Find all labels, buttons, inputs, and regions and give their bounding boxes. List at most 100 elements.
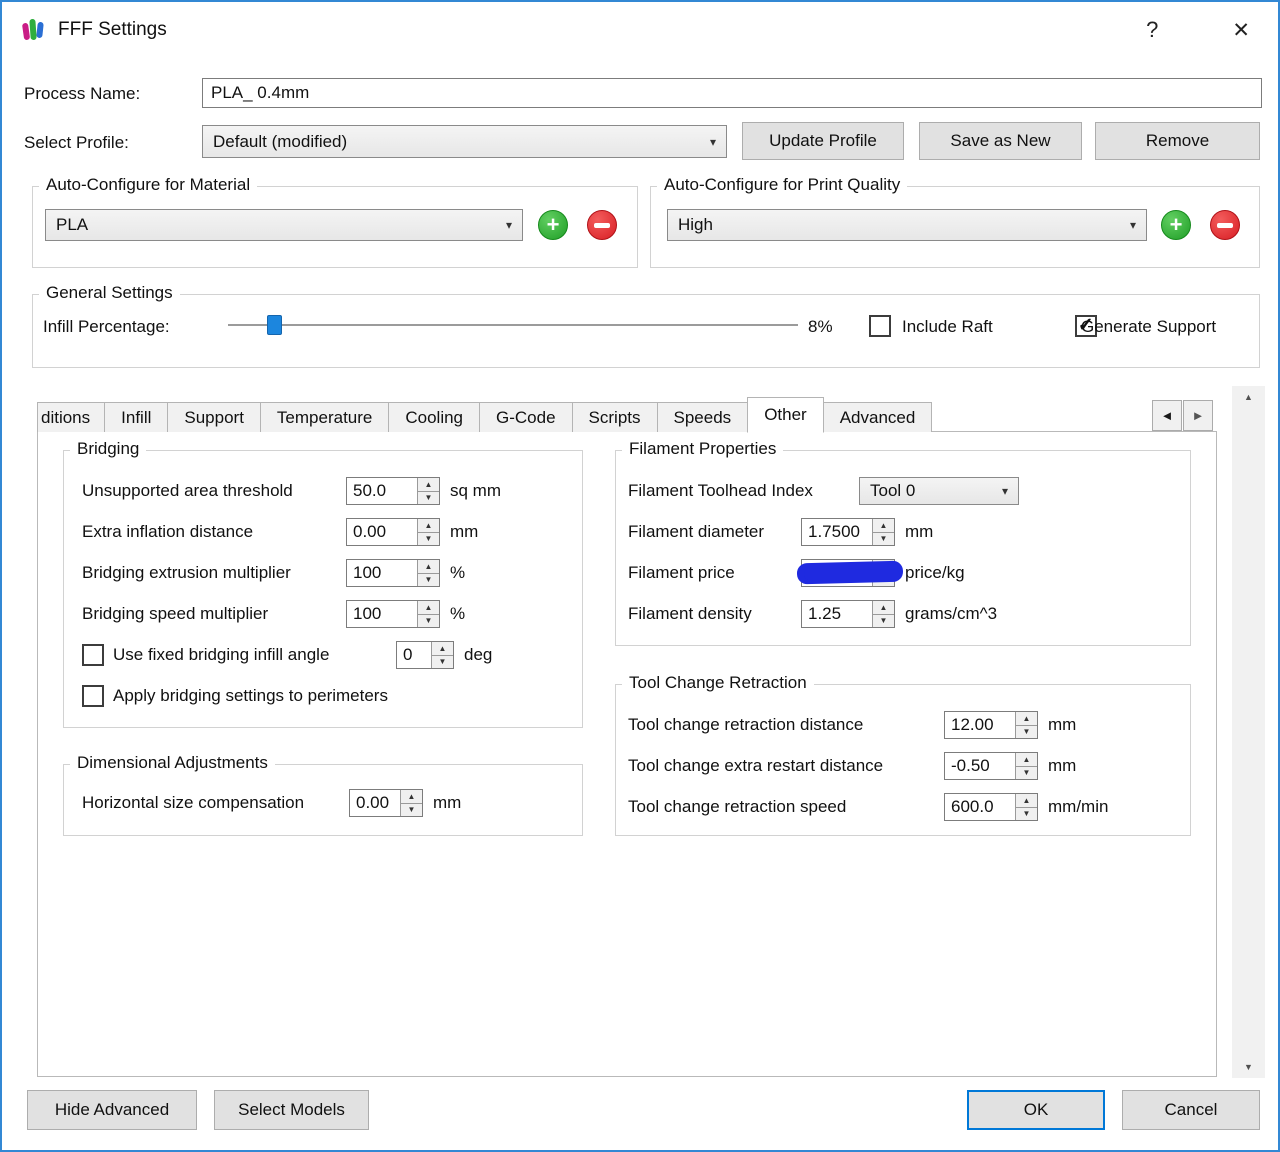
- filament-density-spinner[interactable]: 1.25 ▲ ▼: [801, 600, 895, 628]
- tool-change-retraction-distance-spinner[interactable]: 12.00 ▲ ▼: [944, 711, 1038, 739]
- filament-price-spinner[interactable]: ▲▼: [796, 559, 904, 587]
- spinner-down-icon: ▼: [873, 531, 894, 545]
- spinner-value[interactable]: 600.0: [945, 794, 1015, 820]
- spinner-value[interactable]: 1.25: [802, 601, 872, 627]
- bridging-extrusion-multiplier-spinner[interactable]: 100 ▲ ▼: [346, 559, 440, 587]
- spinner-value[interactable]: 0.00: [347, 519, 417, 545]
- cancel-button[interactable]: Cancel: [1122, 1090, 1260, 1130]
- extra-inflation-distance-spinner[interactable]: 0.00 ▲ ▼: [346, 518, 440, 546]
- quality-dropdown[interactable]: High ▾: [667, 209, 1147, 241]
- select-models-button[interactable]: Select Models: [214, 1090, 369, 1130]
- spinner-value[interactable]: 100: [347, 560, 417, 586]
- horizontal-size-compensation-spinner[interactable]: 0.00 ▲ ▼: [349, 789, 423, 817]
- spinner-arrows[interactable]: ▲▼: [431, 642, 453, 668]
- scrollbar-down-icon: ▼: [1244, 1062, 1253, 1072]
- minus-icon: [1217, 222, 1233, 228]
- spinner-arrows[interactable]: ▲▼: [872, 601, 894, 627]
- tab-temperature[interactable]: Temperature: [259, 402, 390, 432]
- scroll-up-button[interactable]: ▲: [1232, 386, 1265, 408]
- spinner-arrows[interactable]: ▲▼: [1015, 712, 1037, 738]
- plus-icon: +: [1169, 212, 1183, 237]
- spinner-value[interactable]: 1.7500: [802, 519, 872, 545]
- spinner-arrows[interactable]: ▲▼: [417, 601, 439, 627]
- filament-toolhead-value: Tool 0: [870, 481, 916, 500]
- spinner-value[interactable]: 100: [347, 601, 417, 627]
- add-quality-button[interactable]: +: [1161, 210, 1191, 240]
- spinner-arrows[interactable]: ▲▼: [1015, 794, 1037, 820]
- filament-diameter-label: Filament diameter: [628, 522, 765, 541]
- tab-additions[interactable]: ditions: [37, 402, 106, 432]
- remove-button[interactable]: Remove: [1095, 122, 1260, 160]
- unsupported-area-threshold-spinner[interactable]: 50.0 ▲ ▼: [346, 477, 440, 505]
- tab-scroll-left-button[interactable]: ◄: [1152, 400, 1182, 431]
- spinner-up-icon: ▲: [418, 560, 439, 573]
- slider-track[interactable]: [228, 324, 798, 326]
- spinner-value[interactable]: 12.00: [945, 712, 1015, 738]
- scroll-down-button[interactable]: ▼: [1232, 1056, 1265, 1078]
- material-dropdown[interactable]: PLA ▾: [45, 209, 523, 241]
- setting-unit: grams/cm^3: [905, 604, 998, 623]
- hide-advanced-button[interactable]: Hide Advanced: [27, 1090, 197, 1130]
- infill-slider-thumb[interactable]: [266, 315, 282, 335]
- tab-other[interactable]: Other: [747, 397, 824, 433]
- update-profile-button[interactable]: Update Profile: [742, 122, 904, 160]
- tab-scripts[interactable]: Scripts: [571, 402, 658, 432]
- fixed-bridging-angle-checkbox[interactable]: [82, 644, 104, 666]
- process-name-input[interactable]: [202, 78, 1262, 108]
- setting-row: Filament price ▲▼ price/kg: [628, 559, 1190, 587]
- select-profile-label: Select Profile:: [24, 133, 129, 152]
- spinner-value[interactable]: -0.50: [945, 753, 1015, 779]
- ok-button[interactable]: OK: [967, 1090, 1105, 1130]
- help-button[interactable]: ?: [1136, 17, 1168, 43]
- spinner-arrows[interactable]: ▲▼: [872, 519, 894, 545]
- setting-unit: mm: [1048, 756, 1077, 775]
- bridging-speed-multiplier-spinner[interactable]: 100 ▲ ▼: [346, 600, 440, 628]
- tab-cooling[interactable]: Cooling: [388, 402, 481, 432]
- tab-support[interactable]: Support: [167, 402, 261, 432]
- other-tab-panel: Bridging Unsupported area threshold 50.0…: [37, 431, 1217, 1077]
- fff-settings-dialog: FFF Settings ? ✕ Process Name: Select Pr…: [0, 0, 1280, 1152]
- spinner-up-icon: ▲: [418, 478, 439, 491]
- setting-row: Use fixed bridging infill angle 0 ▲ ▼ deg: [82, 641, 582, 669]
- spinner-up-icon: ▲: [1016, 753, 1037, 766]
- infill-percentage-slider[interactable]: [228, 314, 798, 336]
- spinner-arrows[interactable]: ▲▼: [417, 478, 439, 504]
- fixed-bridging-angle-spinner[interactable]: 0 ▲ ▼: [396, 641, 454, 669]
- apply-bridging-perimeters-checkbox[interactable]: [82, 685, 104, 707]
- spinner-arrows[interactable]: ▲▼: [400, 790, 422, 816]
- add-material-button[interactable]: +: [538, 210, 568, 240]
- app-logo-icon: [22, 19, 44, 40]
- spinner-arrows[interactable]: ▲▼: [417, 560, 439, 586]
- spinner-arrows[interactable]: ▲▼: [1015, 753, 1037, 779]
- spinner-value[interactable]: 0.00: [350, 790, 400, 816]
- filament-properties-group: Filament Properties Filament Toolhead In…: [615, 439, 1191, 646]
- spinner-value[interactable]: 0: [397, 642, 431, 668]
- tab-gcode[interactable]: G-Code: [479, 402, 573, 432]
- filament-diameter-spinner[interactable]: 1.7500 ▲ ▼: [801, 518, 895, 546]
- auto-configure-material-group: Auto-Configure for Material PLA ▾ +: [32, 175, 638, 268]
- scrollbar-up-icon: ▲: [1244, 392, 1253, 402]
- tab-scroll-right-button[interactable]: ►: [1183, 400, 1213, 431]
- tab-speeds[interactable]: Speeds: [656, 402, 749, 432]
- tool-change-extra-restart-distance-spinner[interactable]: -0.50 ▲ ▼: [944, 752, 1038, 780]
- tab-advanced[interactable]: Advanced: [822, 402, 933, 432]
- setting-unit: %: [450, 604, 466, 623]
- spinner-up-icon: ▲: [873, 601, 894, 614]
- profile-dropdown[interactable]: Default (modified) ▾: [202, 125, 727, 158]
- spinner-arrows[interactable]: ▲▼: [417, 519, 439, 545]
- setting-unit: mm: [905, 522, 934, 541]
- filament-toolhead-dropdown[interactable]: Tool 0 ▾: [859, 477, 1019, 505]
- spinner-value[interactable]: 50.0: [347, 478, 417, 504]
- horizontal-size-compensation-label: Horizontal size compensation: [82, 793, 305, 812]
- include-raft-checkbox[interactable]: [869, 315, 891, 337]
- remove-material-button[interactable]: [587, 210, 617, 240]
- tool-change-retraction-speed-spinner[interactable]: 600.0 ▲ ▼: [944, 793, 1038, 821]
- save-as-new-button[interactable]: Save as New: [919, 122, 1082, 160]
- close-button[interactable]: ✕: [1222, 18, 1260, 43]
- tab-infill[interactable]: Infill: [104, 402, 169, 432]
- vertical-scrollbar[interactable]: ▲ ▼: [1232, 386, 1265, 1078]
- remove-quality-button[interactable]: [1210, 210, 1240, 240]
- infill-percentage-value: 8%: [808, 317, 833, 336]
- spinner-down-icon: ▼: [432, 654, 453, 668]
- arrow-left-icon: ◄: [1160, 408, 1174, 423]
